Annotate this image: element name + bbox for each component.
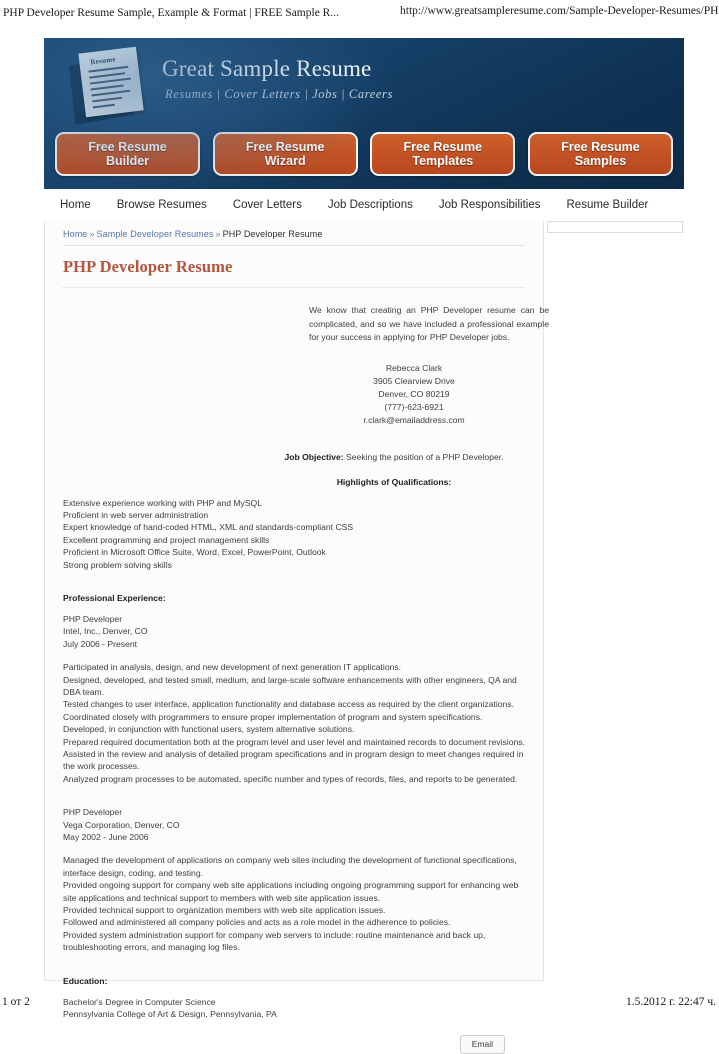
resume-document-icon: Resume [69, 46, 166, 125]
brand-tagline: Resumes | Cover Letters | Jobs | Careers [165, 87, 393, 101]
highlights-list: Extensive experience working with PHP an… [63, 497, 525, 571]
job-objective-label: Job Objective: [284, 451, 344, 462]
main-content-column: Home» Sample Developer Resumes» PHP Develo… [44, 221, 549, 1054]
email-button[interactable]: Email [459, 1034, 505, 1054]
list-item: Expert knowledge of hand-coded HTML, XML… [63, 522, 354, 533]
job-company: Intel, Inc., Denver, CO [63, 626, 148, 637]
job-company: Vega Corporation, Denver, CO [63, 819, 180, 830]
nav-item-browse-resumes[interactable]: Browse Resumes [117, 199, 207, 211]
print-footer: 1 от 2 1.5.2012 г. 22:47 ч. [0, 996, 719, 1016]
cta-line-2: Builder [105, 154, 150, 168]
intro-paragraph: We know that creating an PHP Developer r… [309, 305, 549, 342]
job-title: PHP Developer [63, 613, 123, 624]
job-title: PHP Developer [63, 807, 123, 818]
print-footer-page-number: 1 от 2 [2, 996, 30, 1008]
list-item: Extensive experience working with PHP an… [63, 497, 263, 508]
job-entry-1: PHP Developer Intel, Inc., Denver, CO Ju… [63, 613, 525, 785]
experience-heading: Professional Experience: [63, 592, 166, 603]
list-item: Managed the development of applications … [63, 855, 517, 878]
list-item: Provided ongoing support for company web… [63, 880, 519, 903]
contact-street: 3905 Clearview Drive [373, 376, 455, 386]
list-item: Participated in analysis, design, and ne… [63, 662, 402, 673]
breadcrumb-link-home[interactable]: Home [63, 229, 87, 239]
body-region: Home» Sample Developer Resumes» PHP Develo… [44, 221, 684, 1054]
education-heading: Education: [63, 975, 108, 986]
cta-line-1: Free Resume [561, 140, 640, 154]
sidebar-empty-box [547, 221, 683, 233]
breadcrumb-divider [63, 245, 525, 246]
cta-line-1: Free Resume [245, 140, 325, 154]
site-header: Resume Great Sample Resume Resumes | Cov… [44, 38, 684, 189]
cta-button-row: Free Resume Builder Free Resume Wizard F… [55, 132, 673, 178]
page-title: PHP Developer Resume [63, 257, 233, 276]
free-resume-templates-button[interactable]: Free Resume Templates [370, 132, 516, 176]
nav-item-job-descriptions[interactable]: Job Descriptions [328, 199, 413, 211]
list-item: Provided technical support to organizati… [63, 905, 386, 916]
free-resume-wizard-button[interactable]: Free Resume Wizard [212, 132, 358, 176]
contact-name: Rebecca Clark [385, 363, 443, 373]
list-item: Followed and administered all company po… [63, 917, 451, 928]
list-item: Tested changes to user interface, applic… [63, 699, 514, 710]
breadcrumb-separator: » [215, 229, 221, 239]
cta-line-2: Samples [574, 154, 627, 168]
contact-email: r.clark@emailaddress.com [363, 415, 465, 425]
list-item: Developed, in conjunction with functiona… [63, 724, 355, 735]
list-item: Coordinated closely with programmers to … [63, 711, 483, 722]
cta-line-1: Free Resume [403, 140, 483, 154]
job-objective: Job Objective: Seeking the position of a… [63, 452, 525, 462]
breadcrumb: Home» Sample Developer Resumes» PHP Develo… [63, 221, 525, 239]
job-objective-text: Seeking the position of a PHP Developer. [346, 451, 504, 462]
job-entry-2: PHP Developer Vega Corporation, Denver, … [63, 795, 525, 953]
list-item: Strong problem solving skills [63, 559, 172, 570]
print-header-url: http://www.greatsampleresume.com/Sample-… [400, 5, 718, 17]
job-dates: July 2006 - Present [63, 638, 138, 649]
list-item: Designed, developed, and tested small, m… [63, 674, 517, 697]
breadcrumb-current: PHP Developer Resume [222, 229, 323, 239]
free-resume-builder-button[interactable]: Free Resume Builder [55, 132, 200, 176]
logo-paper-word: Resume [89, 55, 117, 67]
nav-item-cover-letters[interactable]: Cover Letters [233, 199, 302, 211]
list-item: Excellent programming and project manage… [63, 534, 270, 545]
brand-title: Great Sample Resume [162, 56, 372, 81]
list-item: Analyzed program processes to be automat… [63, 773, 518, 784]
free-resume-samples-button[interactable]: Free Resume Samples [527, 132, 673, 176]
print-footer-timestamp: 1.5.2012 г. 22:47 ч. [625, 996, 716, 1008]
nav-item-home[interactable]: Home [60, 199, 91, 211]
web-page-capture: Resume Great Sample Resume Resumes | Cov… [44, 38, 684, 1054]
email-button-row: Email [63, 1034, 525, 1054]
breadcrumb-separator: » [89, 229, 95, 239]
list-item: Assisted in the review and analysis of d… [63, 749, 524, 772]
contact-city-state-zip: Denver, CO 80219 [378, 389, 450, 399]
print-header: PHP Developer Resume Sample, Example & F… [0, 0, 719, 26]
title-divider [63, 286, 525, 288]
print-header-document-title: PHP Developer Resume Sample, Example & F… [3, 7, 339, 19]
job-dates: May 2002 - June 2006 [63, 832, 149, 843]
cta-line-1: Free Resume [88, 140, 167, 154]
contact-phone: (777)-623-6921 [384, 402, 444, 412]
highlights-heading: Highlights of Qualifications: [336, 476, 452, 487]
cta-line-2: Templates [412, 154, 474, 168]
nav-item-resume-builder[interactable]: Resume Builder [567, 199, 649, 211]
right-sidebar [545, 221, 684, 981]
primary-navigation: Home Browse Resumes Cover Letters Job De… [44, 189, 684, 221]
list-item: Proficient in Microsoft Office Suite, Wo… [63, 547, 326, 558]
cta-line-2: Wizard [264, 154, 306, 168]
list-item: Prepared required documentation both at … [63, 736, 525, 747]
list-item: Provided system administration support f… [63, 929, 486, 953]
nav-item-job-responsibilities[interactable]: Job Responsibilities [439, 199, 541, 211]
logo-paper-sheet: Resume [78, 46, 144, 118]
breadcrumb-link-parent[interactable]: Sample Developer Resumes [97, 229, 214, 239]
contact-block: Rebecca Clark 3905 Clearview Drive Denve… [63, 362, 525, 427]
list-item: Proficient in web server administration [63, 509, 209, 520]
